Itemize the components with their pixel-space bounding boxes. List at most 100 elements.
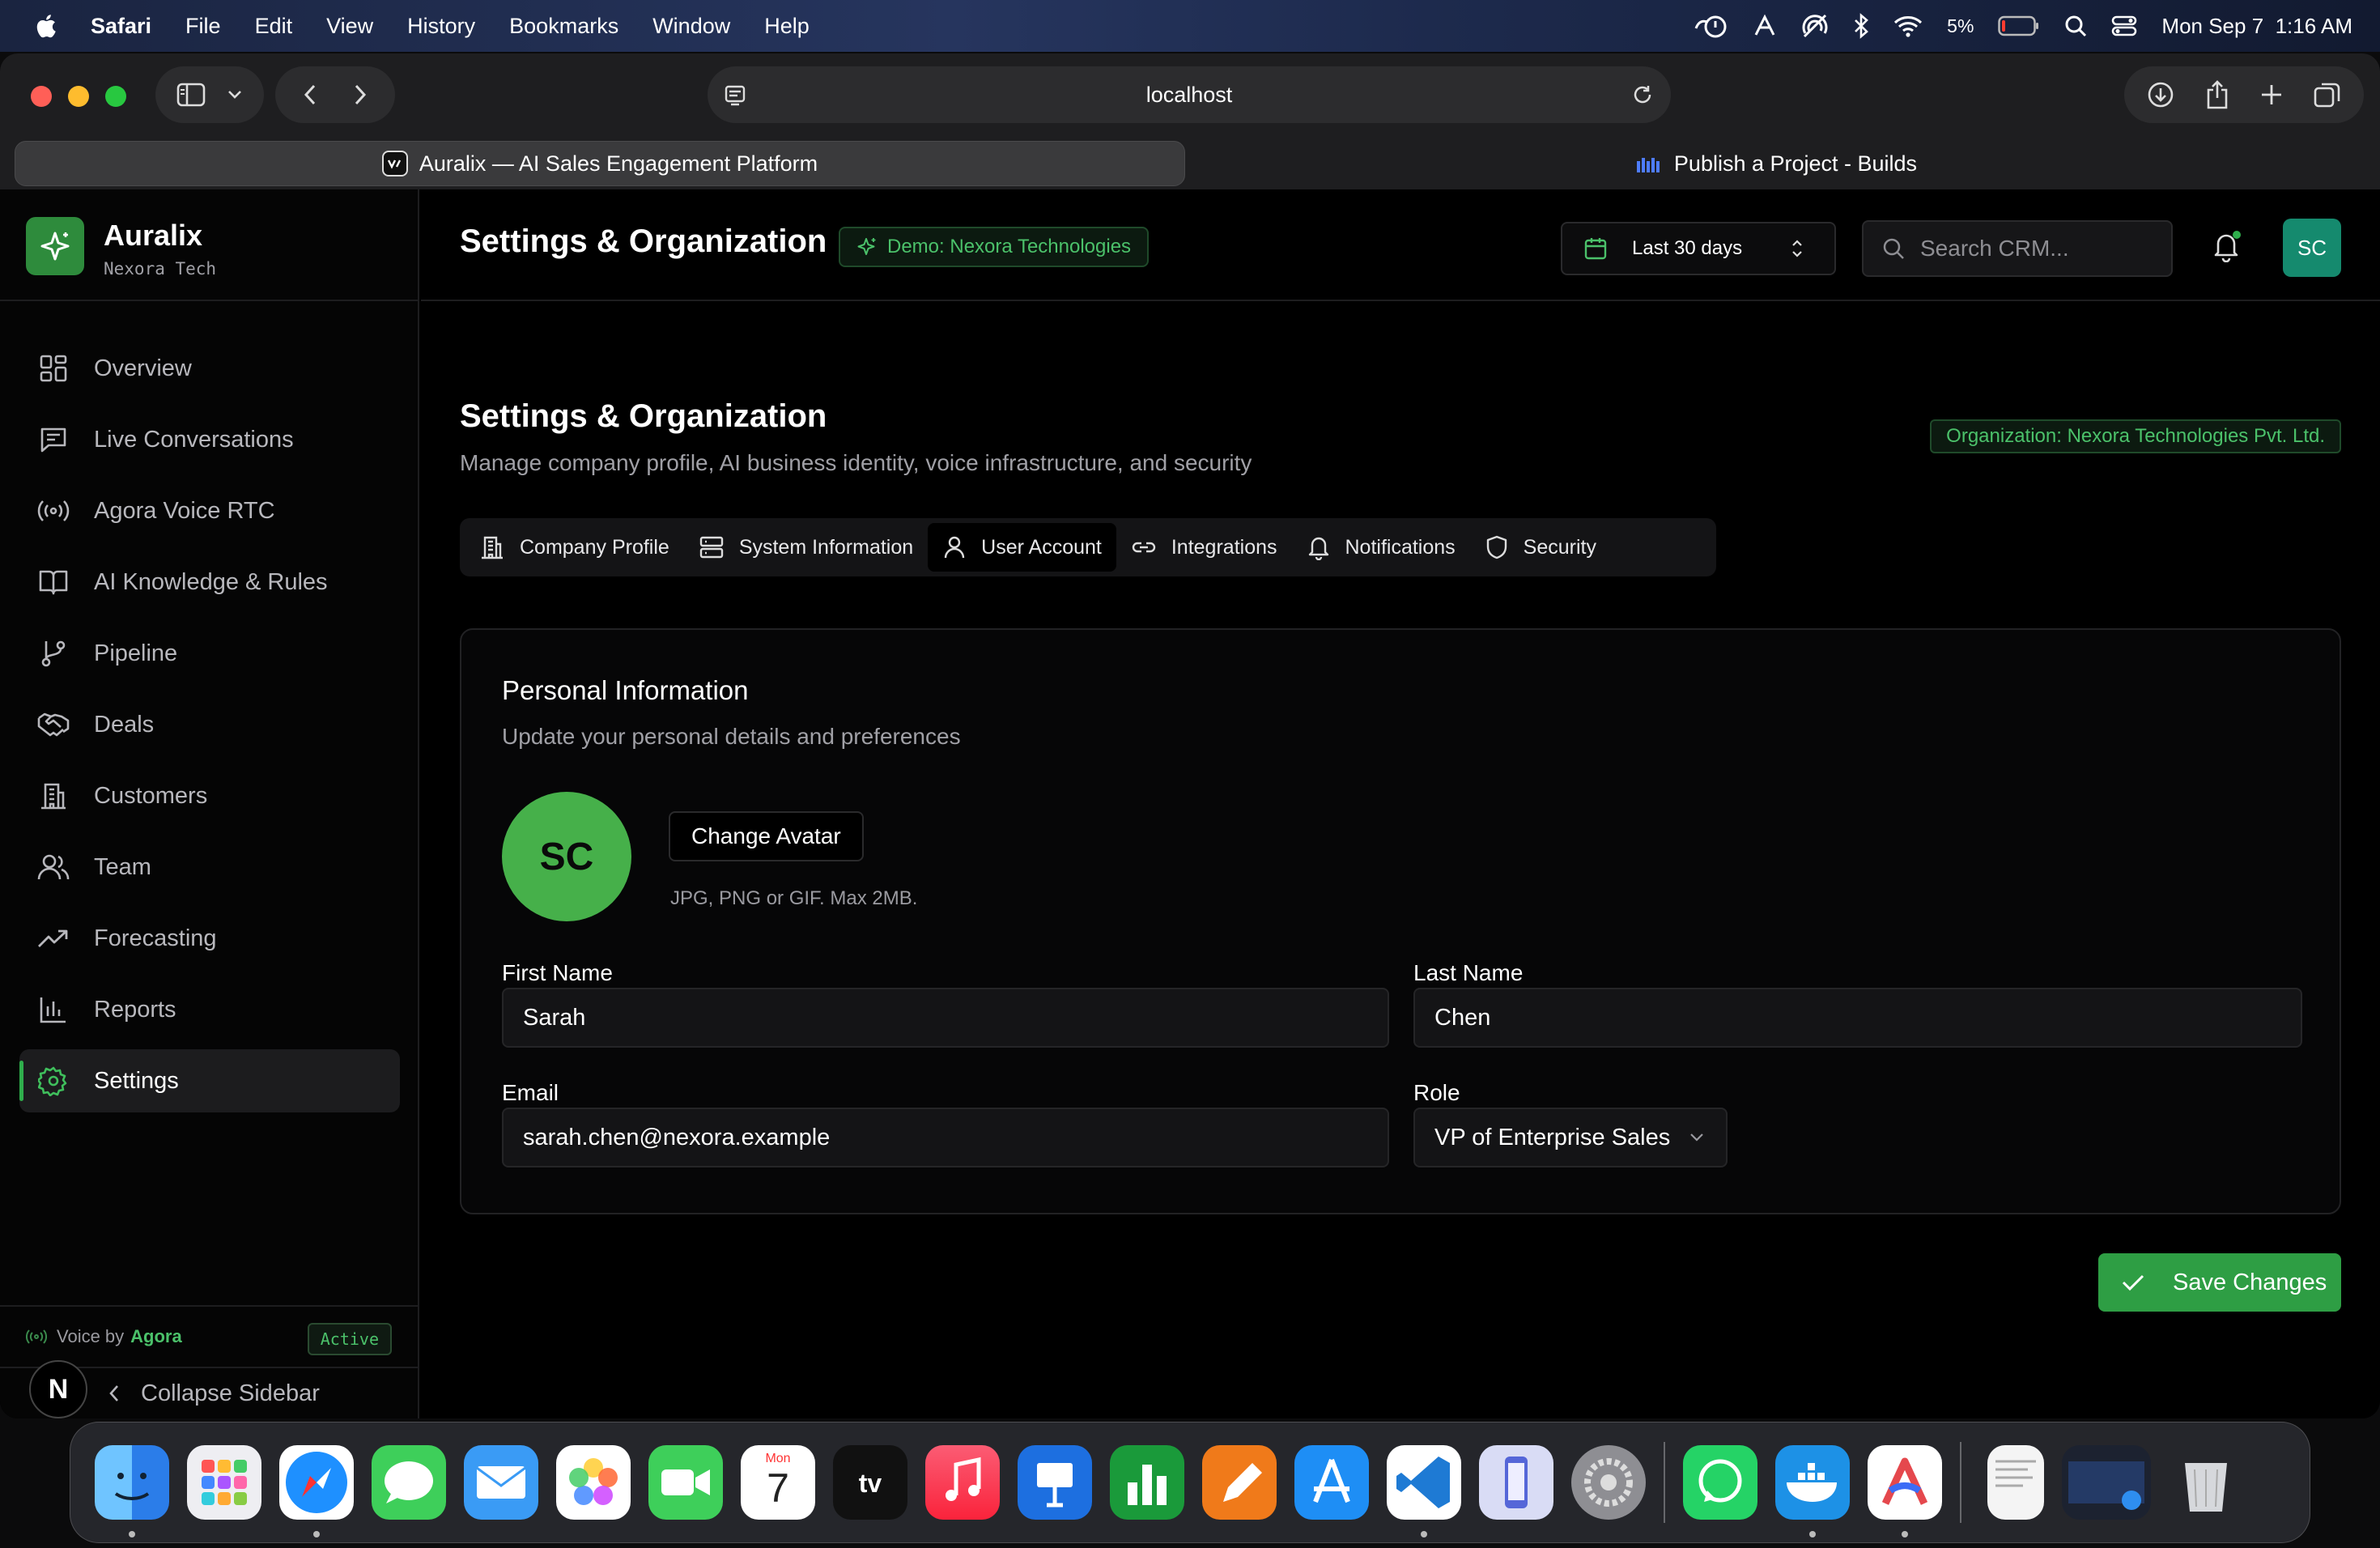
dock-tv[interactable]: tv: [833, 1445, 907, 1520]
menu-help[interactable]: Help: [764, 14, 810, 39]
sidebar-item-label: Customers: [94, 782, 208, 809]
dock-arc[interactable]: [1868, 1445, 1942, 1537]
app-store-icon: [1313, 1458, 1350, 1503]
role-select[interactable]: VP of Enterprise Sales: [1413, 1108, 1728, 1167]
downloads-icon[interactable]: [2147, 81, 2174, 108]
dock-whatsapp[interactable]: [1683, 1445, 1757, 1520]
first-name-field[interactable]: Sarah: [502, 988, 1389, 1048]
url-text[interactable]: localhost: [708, 66, 1671, 123]
forward-icon[interactable]: [354, 83, 367, 106]
save-changes-label: Save Changes: [2173, 1269, 2327, 1295]
apple-icon[interactable]: [34, 12, 57, 40]
menu-app-name[interactable]: Safari: [91, 14, 151, 39]
dock: Mon 7 tv: [70, 1422, 2310, 1543]
menu-file[interactable]: File: [185, 14, 221, 39]
sidebar-item-deals[interactable]: Deals: [19, 693, 400, 756]
dock-pages[interactable]: [1202, 1445, 1277, 1520]
dock-safari[interactable]: [279, 1445, 354, 1537]
sidebar-item-overview[interactable]: Overview: [19, 337, 400, 400]
sidebar-item-label: Pipeline: [94, 640, 178, 666]
wifi-icon[interactable]: [1893, 15, 1923, 37]
numbers-icon: [1128, 1465, 1167, 1505]
check-icon: [2122, 1274, 2144, 1291]
dock-trash[interactable]: [2169, 1445, 2243, 1520]
menu-window[interactable]: Window: [652, 14, 730, 39]
sidebar-item-label: Overview: [94, 355, 192, 381]
minimize-window-button[interactable]: [68, 86, 89, 107]
tab-overview-icon[interactable]: [2314, 81, 2341, 108]
control-center-icon[interactable]: [2111, 15, 2137, 37]
battery-icon[interactable]: [1998, 15, 2040, 36]
sidebar-item-ai-knowledge[interactable]: AI Knowledge & Rules: [19, 551, 400, 614]
search-input[interactable]: Search CRM...: [1862, 220, 2173, 277]
email-field[interactable]: sarah.chen@nexora.example: [502, 1108, 1389, 1167]
share-icon[interactable]: [2205, 80, 2229, 109]
sidebar-item-agora-voice-rtc[interactable]: Agora Voice RTC: [19, 479, 400, 542]
browser-tab-auralix[interactable]: Auralix — AI Sales Engagement Platform: [15, 141, 1185, 186]
sidebar-item-pipeline[interactable]: Pipeline: [19, 622, 400, 685]
app-root: Auralix Nexora Tech Overview Live Conver…: [0, 189, 2380, 1418]
sidebar-item-label: Deals: [94, 711, 155, 738]
back-icon[interactable]: [304, 83, 317, 106]
collapse-sidebar-button[interactable]: N Collapse Sidebar: [0, 1360, 419, 1418]
sidebar-item-customers[interactable]: Customers: [19, 764, 400, 827]
date-range-select[interactable]: Last 30 days: [1561, 222, 1836, 275]
user-avatar[interactable]: SC: [2283, 219, 2341, 277]
sidebar-item-label: Forecasting: [94, 925, 217, 951]
workspace-logo[interactable]: N: [29, 1360, 87, 1418]
sidebar-toggle-button[interactable]: [155, 66, 264, 123]
sidebar-item-forecasting[interactable]: Forecasting: [19, 907, 400, 970]
spotlight-icon[interactable]: [2064, 15, 2087, 37]
menubar-clock[interactable]: Mon Sep 7 1:16 AM: [2161, 14, 2352, 39]
dock-music[interactable]: [925, 1445, 1000, 1520]
personal-info-card: Personal Information Update your persona…: [460, 628, 2341, 1214]
tab-system-information[interactable]: System Information: [684, 523, 928, 572]
dock-facetime[interactable]: [648, 1445, 723, 1520]
dock-docker[interactable]: [1775, 1445, 1850, 1537]
menu-bookmarks[interactable]: Bookmarks: [509, 14, 618, 39]
sidebar-item-team[interactable]: Team: [19, 836, 400, 899]
dock-finder[interactable]: [95, 1445, 169, 1537]
menu-view[interactable]: View: [326, 14, 373, 39]
text-input-icon[interactable]: [1753, 14, 1777, 38]
tab-security[interactable]: Security: [1470, 523, 1611, 572]
dock-launchpad[interactable]: [187, 1445, 261, 1520]
zoom-window-button[interactable]: [105, 86, 126, 107]
tab-integrations[interactable]: Integrations: [1116, 523, 1292, 572]
new-tab-icon[interactable]: [2260, 83, 2283, 106]
dock-simulator[interactable]: [1479, 1445, 1553, 1520]
bluetooth-icon[interactable]: [1853, 13, 1869, 39]
dock-vscode[interactable]: [1387, 1445, 1461, 1537]
menu-history[interactable]: History: [407, 14, 475, 39]
address-bar[interactable]: localhost: [708, 66, 1671, 123]
change-avatar-button[interactable]: Change Avatar: [669, 811, 864, 861]
dock-screenshot-stack[interactable]: [2062, 1445, 2151, 1520]
tab-user-account[interactable]: User Account: [928, 523, 1116, 572]
last-name-field[interactable]: Chen: [1413, 988, 2302, 1048]
browser-tab-builds[interactable]: Publish a Project - Builds: [1187, 141, 2365, 186]
dock-document[interactable]: [1987, 1445, 2044, 1520]
reload-icon[interactable]: [1632, 84, 1653, 105]
tab-company-profile[interactable]: Company Profile: [465, 523, 684, 572]
dock-photos[interactable]: [556, 1445, 631, 1520]
brand-block[interactable]: Auralix Nexora Tech: [0, 189, 419, 301]
dock-app-store[interactable]: [1294, 1445, 1369, 1520]
save-changes-button[interactable]: Save Changes: [2098, 1253, 2341, 1312]
airdrop-icon[interactable]: [1801, 14, 1829, 38]
dock-system-settings[interactable]: [1571, 1445, 1646, 1520]
dock-keynote[interactable]: [1018, 1445, 1092, 1520]
close-window-button[interactable]: [31, 86, 52, 107]
screen-time-icon[interactable]: [1693, 12, 1728, 40]
dock-calendar[interactable]: Mon 7: [741, 1445, 815, 1520]
sidebar-item-reports[interactable]: Reports: [19, 978, 400, 1041]
apple-tv-icon: tv: [859, 1469, 882, 1498]
dock-messages[interactable]: [372, 1445, 446, 1520]
dock-mail[interactable]: [464, 1445, 538, 1520]
tab-notifications[interactable]: Notifications: [1292, 523, 1470, 572]
dock-numbers[interactable]: [1110, 1445, 1184, 1520]
builds-favicon-icon: [1636, 158, 1660, 172]
sidebar-item-live-conversations[interactable]: Live Conversations: [19, 408, 400, 471]
notifications-button[interactable]: [2210, 230, 2242, 262]
menu-edit[interactable]: Edit: [255, 14, 293, 39]
sidebar-item-settings[interactable]: Settings: [19, 1049, 400, 1112]
